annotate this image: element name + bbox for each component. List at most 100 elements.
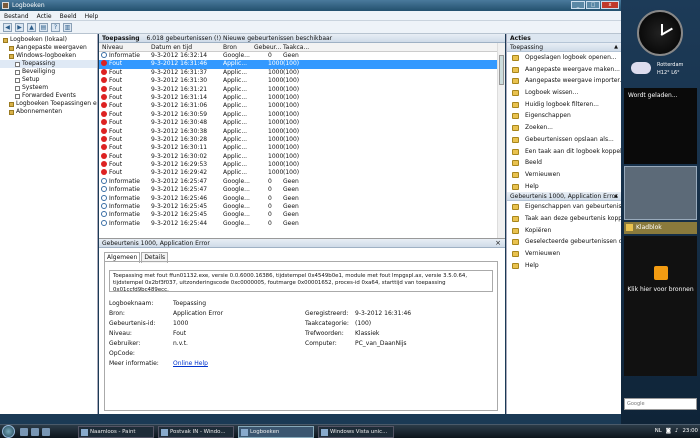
news-gadget[interactable]: Wordt geladen... [624, 88, 697, 164]
tree-item[interactable]: Logboeken (lokaal) [0, 36, 97, 44]
tree-item[interactable]: Forwarded Events [0, 92, 97, 100]
event-datetime: 9-3-2012 16:30:11 [151, 144, 208, 152]
online-help-link[interactable]: Online Help [173, 360, 208, 367]
action-item[interactable]: Logboek wissen... [507, 87, 621, 99]
event-row[interactable]: Fout 9-3-2012 16:31:21 Applic... 1000 (100) [99, 85, 497, 94]
info-icon [101, 211, 107, 218]
event-row[interactable]: Fout 9-3-2012 16:29:42 Applic... 1000 (100) [99, 169, 497, 177]
event-row[interactable]: Fout 9-3-2012 16:31:06 Applic... 1000 (100) [99, 102, 497, 110]
clock-gadget[interactable] [637, 10, 683, 56]
column-level[interactable]: Niveau [102, 44, 123, 51]
event-row[interactable]: Fout 9-3-2012 16:30:38 Applic... 1000 (100) [99, 127, 497, 136]
volume-icon[interactable]: ♪ [675, 428, 678, 434]
help-icon[interactable]: ? [51, 23, 60, 32]
event-row[interactable]: Fout 9-3-2012 16:30:59 Applic... 1000 (100) [99, 110, 497, 119]
taskbar-button-vista[interactable]: Windows Vista unic... [318, 426, 394, 438]
column-event-id[interactable]: Gebeur... [254, 44, 281, 51]
language-indicator[interactable]: NL [655, 428, 662, 434]
menu-help[interactable]: Help [85, 13, 99, 20]
action-item[interactable]: Taak aan deze gebeurtenis kopp... [507, 213, 621, 225]
action-item[interactable]: Aangepaste weergave maken... [507, 64, 621, 76]
event-row[interactable]: Fout 9-3-2012 16:30:48 Applic... 1000 (100) [99, 119, 497, 127]
notes-gadget[interactable]: Kladblok [624, 222, 697, 234]
label-logged: Geregistreerd: [305, 310, 349, 317]
menu-beeld[interactable]: Beeld [60, 13, 77, 20]
menu-actie[interactable]: Actie [37, 13, 52, 20]
tree-item[interactable]: Setup [0, 76, 97, 84]
event-row[interactable]: Informatie 9-3-2012 16:25:44 Google... 0 Gee… [99, 219, 497, 228]
action-item[interactable]: Eigenschappen [507, 110, 621, 122]
action-item[interactable]: Opgeslagen logboek openen... [507, 52, 621, 64]
action-item[interactable]: Eigenschappen van gebeurtenis [507, 201, 621, 213]
event-row[interactable]: Fout 9-3-2012 16:30:28 Applic... 1000 (100) [99, 135, 497, 144]
menu-bestand[interactable]: Bestand [4, 13, 29, 20]
event-row[interactable]: Fout 9-3-2012 16:31:37 Applic... 1000 (100) [99, 68, 497, 77]
event-row[interactable]: Fout 9-3-2012 16:30:02 Applic... 1000 (100) [99, 152, 497, 161]
taskbar-button-mail[interactable]: Postvak IN - Windo... [158, 426, 234, 438]
event-row[interactable]: Fout 9-3-2012 16:31:14 Applic... 1000 (100) [99, 93, 497, 102]
up-folder-icon[interactable]: ▲ [27, 23, 36, 32]
action-item[interactable]: Huidig logboek filteren... [507, 99, 621, 111]
show-desktop-icon[interactable] [20, 428, 28, 436]
show-hide-actions-icon[interactable]: ▥ [63, 23, 72, 32]
action-item[interactable]: Geselecteerde gebeurtenissen o... [507, 236, 621, 248]
forward-arrow-icon[interactable]: ▶ [15, 23, 24, 32]
maximize-button[interactable]: □ [586, 1, 600, 9]
value-user: n.v.t. [173, 340, 188, 347]
event-row[interactable]: Informatie 9-3-2012 16:32:14 Google... 0 Gee… [99, 52, 497, 60]
action-item[interactable]: Zoeken... [507, 122, 621, 134]
close-button[interactable]: x [601, 1, 619, 9]
event-row[interactable]: Informatie 9-3-2012 16:25:45 Google... 0 Gee… [99, 203, 497, 211]
event-source: Applic... [223, 127, 248, 135]
taskbar-button-logboeken[interactable]: Logboeken [238, 426, 314, 438]
label-opcode: OpCode: [109, 350, 135, 357]
action-item[interactable]: Een taak aan dit logboek koppel... [507, 146, 621, 158]
tree-item[interactable]: Toepassing [0, 60, 97, 68]
action-item[interactable]: Vernieuwen [507, 169, 621, 181]
event-row[interactable]: Informatie 9-3-2012 16:25:47 Google... 0 Gee… [99, 177, 497, 186]
close-detail-icon[interactable]: × [495, 239, 501, 247]
show-hide-tree-icon[interactable]: ▤ [39, 23, 48, 32]
tree-item[interactable]: Abonnementen [0, 108, 97, 116]
event-row[interactable]: Fout 9-3-2012 16:30:11 Applic... 1000 (100) [99, 144, 497, 152]
switch-windows-icon[interactable] [31, 428, 39, 436]
network-icon[interactable]: ◙ [666, 428, 671, 434]
action-item[interactable]: Help [507, 181, 621, 193]
action-item[interactable]: Help [507, 260, 621, 272]
event-row[interactable]: Fout 9-3-2012 16:31:30 Applic... 1000 (100) [99, 77, 497, 85]
google-search-gadget[interactable]: Google [624, 398, 697, 410]
event-row[interactable]: Informatie 9-3-2012 16:25:45 Google... 0 Gee… [99, 211, 497, 219]
event-row[interactable]: Informatie 9-3-2012 16:25:46 Google... 0 Gee… [99, 194, 497, 203]
actions-section-log[interactable]: Toepassing [507, 43, 621, 52]
tree-item[interactable]: Windows-logboeken [0, 52, 97, 60]
event-datetime: 9-3-2012 16:25:47 [151, 177, 208, 185]
weather-gadget[interactable]: Rotterdam H12° L6° [627, 58, 693, 86]
start-button[interactable] [2, 425, 15, 438]
taskbar-button-paint[interactable]: Naamloos - Paint [78, 426, 154, 438]
scroll-thumb[interactable] [499, 55, 504, 85]
action-item[interactable]: Gebeurtenissen opslaan als... [507, 134, 621, 146]
column-task-category[interactable]: Taakca... [283, 44, 309, 51]
tree-item[interactable]: Beveiliging [0, 68, 97, 76]
tree-item[interactable]: Systeem [0, 84, 97, 92]
actions-section-event[interactable]: Gebeurtenis 1000, Application Error [507, 192, 621, 202]
tree-item[interactable]: Aangepaste weergaven [0, 44, 97, 52]
action-item[interactable]: Beeld [507, 157, 621, 169]
column-datetime[interactable]: Datum en tijd [151, 44, 192, 51]
column-source[interactable]: Bron [223, 44, 237, 51]
event-level: Fout [109, 110, 123, 118]
event-row[interactable]: Fout 9-3-2012 16:29:53 Applic... 1000 (100) [99, 161, 497, 169]
event-row[interactable]: Informatie 9-3-2012 16:25:47 Google... 0 Gee… [99, 186, 497, 194]
feed-gadget[interactable]: Klik hier voor bronnen [624, 236, 697, 376]
clock-time[interactable]: 23:00 [682, 428, 698, 434]
action-item[interactable]: Vernieuwen [507, 248, 621, 260]
action-item[interactable]: Kopiëren [507, 225, 621, 237]
event-row[interactable]: Fout 9-3-2012 16:31:46 Applic... 1000 (100) [99, 60, 497, 69]
window-titlebar[interactable]: Logboeken _ □ x [0, 0, 621, 11]
tree-item[interactable]: Logboeken Toepassingen en [0, 100, 97, 108]
minimize-button[interactable]: _ [571, 1, 585, 9]
slideshow-gadget[interactable] [624, 166, 697, 220]
back-arrow-icon[interactable]: ◀ [3, 23, 12, 32]
action-item[interactable]: Aangepaste weergave importer... [507, 75, 621, 87]
internet-explorer-icon[interactable] [42, 428, 50, 436]
